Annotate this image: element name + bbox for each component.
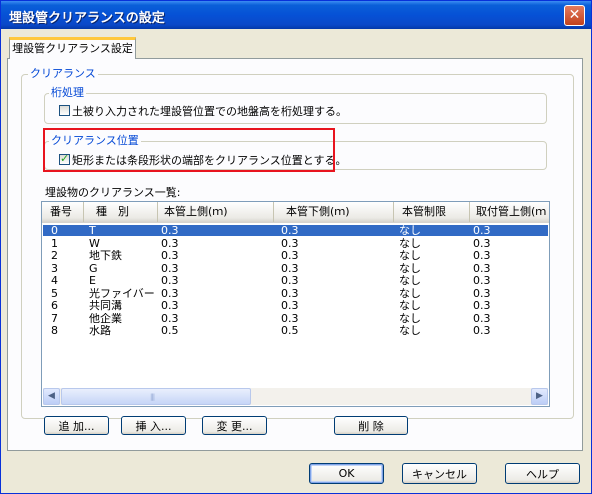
cell-branch-upper: 0.3	[473, 262, 491, 274]
table-row[interactable]: 4 E 0.3 0.3 なし 0.3	[43, 275, 548, 286]
cell-number: 7	[51, 312, 58, 324]
cell-type: T	[89, 225, 96, 236]
cell-type: W	[89, 237, 100, 249]
table-row[interactable]: 6 共同溝 0.3 0.3 なし 0.3	[43, 300, 548, 311]
column-header-main-limit[interactable]: 本管制限	[394, 202, 470, 222]
cell-main-lower: 0.3	[281, 237, 299, 249]
column-header-main-lower[interactable]: 本管下側(ｍ)	[274, 202, 394, 222]
highlight-box	[43, 128, 335, 172]
help-button[interactable]: ヘルプ	[505, 463, 580, 484]
cell-number: 8	[51, 325, 58, 336]
horizontal-scrollbar[interactable]: ◀ ||| ▶	[43, 388, 548, 405]
clearance-group-legend: クリアランス	[28, 67, 98, 81]
cell-main-limit: なし	[399, 312, 421, 324]
cell-branch-upper: 0.3	[473, 312, 491, 324]
cell-branch-upper: 0.3	[473, 237, 491, 249]
cell-main-lower: 0.5	[281, 325, 299, 336]
cell-main-upper: 0.3	[161, 225, 179, 236]
cell-main-lower: 0.3	[281, 250, 299, 261]
cell-type: 他企業	[89, 312, 122, 324]
scroll-thumb[interactable]: |||	[61, 388, 251, 405]
cell-type: 地下鉄	[89, 250, 122, 261]
digit-processing-checkbox[interactable]	[59, 105, 70, 116]
cell-main-limit: なし	[399, 300, 421, 311]
cell-branch-upper: 0.3	[473, 275, 491, 286]
cell-main-limit: なし	[399, 225, 421, 236]
list-caption: 埋設物のクリアランス一覧:	[45, 186, 181, 199]
cell-main-upper: 0.3	[161, 300, 179, 311]
scroll-grip-icon: |||	[150, 393, 155, 401]
cell-main-lower: 0.3	[281, 275, 299, 286]
insert-button[interactable]: 挿 入...	[121, 416, 186, 435]
cell-main-upper: 0.3	[161, 287, 179, 299]
cell-type: 光ファイバー	[89, 287, 155, 299]
cell-main-upper: 0.3	[161, 237, 179, 249]
column-header-main-upper[interactable]: 本管上側(ｍ)	[158, 202, 274, 222]
cell-type: G	[89, 262, 98, 274]
change-button[interactable]: 変 更...	[202, 416, 267, 435]
cell-main-limit: なし	[399, 250, 421, 261]
cell-number: 1	[51, 237, 58, 249]
cell-main-upper: 0.5	[161, 325, 179, 336]
column-header-number[interactable]: 番号	[42, 202, 84, 222]
table-row[interactable]: 8 水路 0.5 0.5 なし 0.3	[43, 325, 548, 336]
cell-main-limit: なし	[399, 275, 421, 286]
ok-button[interactable]: OK	[309, 463, 384, 484]
clearance-list[interactable]: 番号 種 別 本管上側(ｍ) 本管下側(ｍ) 本管制限 取付管上側(ｍ 0 T 0.…	[41, 201, 550, 407]
scroll-left-icon: ◀	[48, 391, 55, 401]
cell-main-lower: 0.3	[281, 225, 299, 236]
cell-branch-upper: 0.3	[473, 250, 491, 261]
close-icon: ✕	[568, 7, 581, 23]
cell-main-upper: 0.3	[161, 262, 179, 274]
cell-number: 5	[51, 287, 58, 299]
cell-branch-upper: 0.3	[473, 300, 491, 311]
scroll-right-icon: ▶	[536, 391, 543, 401]
tab-clearance-settings[interactable]: 埋設管クリアランス設定	[9, 37, 136, 59]
scroll-left-button[interactable]: ◀	[43, 388, 60, 405]
cancel-button[interactable]: キャンセル	[402, 463, 477, 484]
cell-main-limit: なし	[399, 287, 421, 299]
cell-branch-upper: 0.3	[473, 325, 491, 336]
window-title: 埋設管クリアランスの設定	[9, 11, 165, 26]
table-row[interactable]: 7 他企業 0.3 0.3 なし 0.3	[43, 313, 548, 324]
cell-main-lower: 0.3	[281, 262, 299, 274]
add-button[interactable]: 追 加...	[44, 416, 109, 435]
cell-main-limit: なし	[399, 237, 421, 249]
cell-type: 水路	[89, 325, 111, 336]
cell-branch-upper: 0.3	[473, 225, 491, 236]
cell-main-lower: 0.3	[281, 312, 299, 324]
cell-type: E	[89, 275, 96, 286]
dialog-window: 埋設管クリアランスの設定 ✕ 埋設管クリアランス設定 クリアランス 桁処理 土被…	[0, 0, 592, 494]
delete-button[interactable]: 削 除	[334, 416, 408, 435]
cell-main-limit: なし	[399, 325, 421, 336]
cell-main-upper: 0.3	[161, 275, 179, 286]
column-header-branch-upper[interactable]: 取付管上側(ｍ	[470, 202, 549, 222]
digit-processing-label[interactable]: 土被り入力された埋設管位置での地盤高を桁処理する。	[72, 103, 347, 119]
cell-main-upper: 0.3	[161, 312, 179, 324]
table-row[interactable]: 1 W 0.3 0.3 なし 0.3	[43, 238, 548, 249]
table-row[interactable]: 3 G 0.3 0.3 なし 0.3	[43, 263, 548, 274]
cell-type: 共同溝	[89, 300, 122, 311]
digit-processing-legend: 桁処理	[49, 86, 86, 100]
cell-main-limit: なし	[399, 262, 421, 274]
table-row[interactable]: 5 光ファイバー 0.3 0.3 なし 0.3	[43, 288, 548, 299]
list-header: 番号 種 別 本管上側(ｍ) 本管下側(ｍ) 本管制限 取付管上側(ｍ	[42, 202, 549, 223]
cell-number: 2	[51, 250, 58, 261]
cell-main-lower: 0.3	[281, 287, 299, 299]
cell-number: 4	[51, 275, 58, 286]
cell-number: 0	[51, 225, 58, 236]
cell-main-upper: 0.3	[161, 250, 179, 261]
table-row[interactable]: 2 地下鉄 0.3 0.3 なし 0.3	[43, 250, 548, 261]
close-button[interactable]: ✕	[564, 5, 585, 26]
scroll-right-button[interactable]: ▶	[531, 388, 548, 405]
cell-branch-upper: 0.3	[473, 287, 491, 299]
table-row[interactable]: 0 T 0.3 0.3 なし 0.3	[43, 225, 548, 236]
title-bar[interactable]: 埋設管クリアランスの設定 ✕	[1, 1, 591, 29]
cell-number: 3	[51, 262, 58, 274]
column-header-type[interactable]: 種 別	[84, 202, 158, 222]
cell-number: 6	[51, 300, 58, 311]
cell-main-lower: 0.3	[281, 300, 299, 311]
